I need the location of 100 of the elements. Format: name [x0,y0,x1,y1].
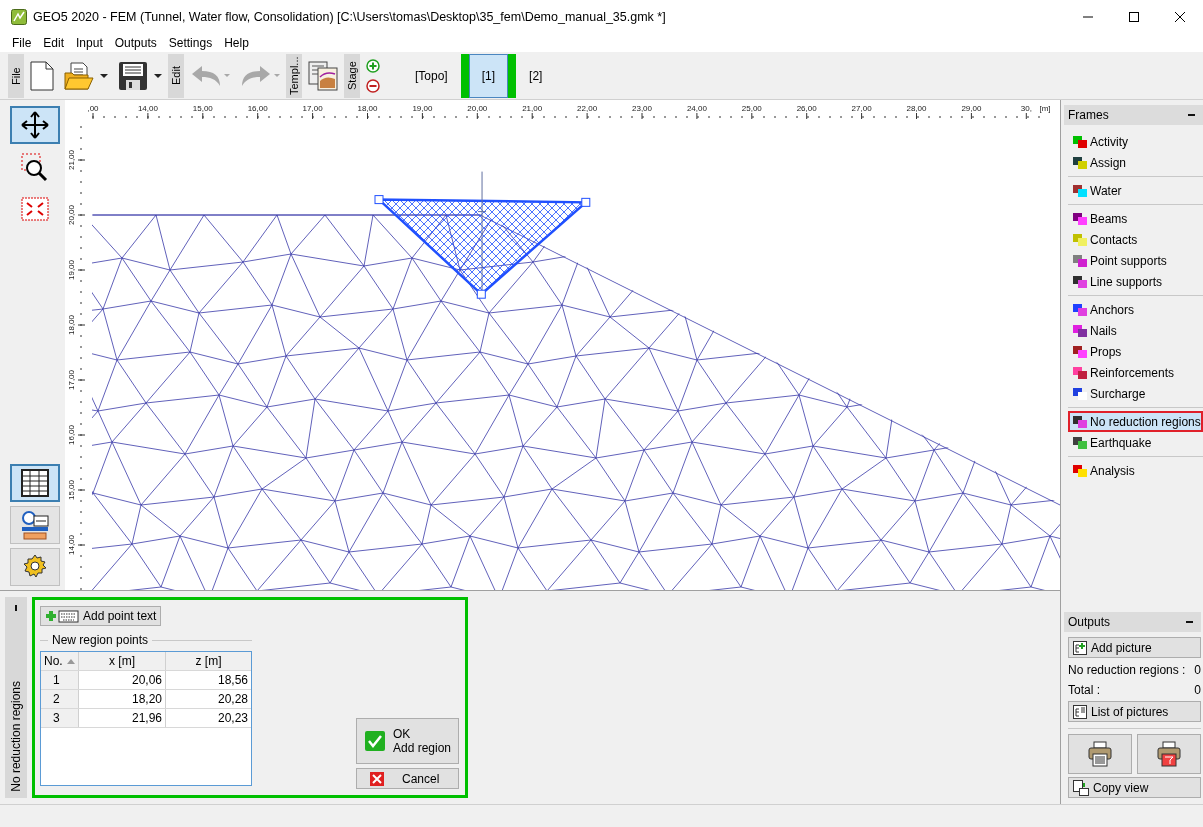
frame-item[interactable]: Earthquake [1068,432,1203,453]
ruler-label: 21,00 [522,104,543,113]
labels-button[interactable] [10,506,60,544]
column-header[interactable]: No. [41,652,79,670]
ruler-label: 16,00 [67,425,76,445]
table-cell-text: 20,28 [216,691,249,708]
label-icon [20,510,50,540]
frame-icon [1073,184,1087,197]
print-button[interactable] [1068,734,1132,774]
frame-icon [1073,387,1087,400]
fit-extent-icon [20,194,50,224]
frame-item[interactable]: Water [1068,180,1203,201]
add-point-text-button[interactable]: Add point text [40,606,162,626]
cancel-button[interactable]: Cancel [356,768,459,789]
move-tool[interactable] [10,106,60,144]
frame-icon [1073,275,1087,288]
copy-view-button[interactable]: Copy view [1068,777,1201,798]
panel-title: Frames [1068,108,1109,122]
menu-item[interactable]: Help [218,36,255,50]
frame-icon [1073,366,1087,379]
stage-tab[interactable]: [2] [516,53,556,98]
menu-item[interactable]: Settings [162,36,219,50]
panel-title: Outputs [1068,615,1111,629]
zoom-icon [20,152,50,182]
maximize-icon [1129,12,1139,22]
ruler-label: 15,00 [67,480,76,500]
menu-item[interactable]: Input [70,36,109,50]
table-cell-text: 20,23 [216,710,249,727]
frame-item[interactable]: Nails [1068,320,1203,341]
frame-item[interactable]: Line supports [1068,271,1203,292]
ruler-label: 17,00 [67,370,76,390]
document-plus-icon [1073,640,1087,655]
frame-item[interactable]: Contacts [1068,229,1203,250]
ok-add-region-button[interactable]: OK Add region [356,718,459,764]
frame-icon [1073,254,1087,267]
caret-icon[interactable] [100,73,108,78]
toolbar-group-label: Stage [344,53,360,98]
ruler-label: ,00 [87,104,99,113]
frame-item[interactable]: Assign [1068,152,1203,173]
table-icon [20,468,50,498]
frame-icon [1073,345,1087,358]
frame-icon [1073,212,1087,225]
group-label: New region points [52,633,149,647]
frame-item[interactable]: Reinforcements [1068,362,1203,383]
keyboard-plus-icon [45,609,79,623]
document-list-icon [1073,704,1087,719]
region-drawing[interactable] [374,171,591,299]
ruler-label: 14,00 [67,535,76,555]
table-view-button[interactable] [10,464,60,502]
frame-icon [1073,464,1087,477]
remove-stage-icon[interactable] [366,78,380,93]
stage-tab[interactable]: [Topo] [402,53,461,98]
add-stage-icon[interactable] [366,58,380,73]
frame-icon [1073,135,1087,148]
ruler-label: 15,00 [192,104,213,113]
ruler-label: 22,00 [577,104,598,113]
printer-icon [1157,741,1181,767]
count-value: 0 [1194,662,1201,677]
print-pdf-button[interactable] [1137,734,1201,774]
checkmark-icon [365,731,385,751]
move-icon [20,110,50,140]
frame-item[interactable]: Analysis [1068,460,1203,481]
ruler-label: 20,00 [467,104,488,113]
ruler-label: 27,00 [851,104,872,113]
frame-icon [1073,436,1087,449]
ruler-label: 26,00 [796,104,817,113]
frame-icon [1073,233,1087,246]
frame-icon [1073,303,1087,316]
count-label: No reduction regions : [1068,662,1186,677]
frame-item[interactable]: Point supports [1068,250,1203,271]
toolbar-group-label: Edit [168,53,184,98]
table-cell: 3 [41,709,79,727]
panel-title: No reduction regions [9,681,23,792]
stage-tab[interactable]: [1] [468,53,509,98]
caret-icon[interactable] [154,73,162,78]
add-picture-button[interactable]: Add picture [1068,637,1201,658]
copy-icon [1073,779,1089,796]
frame-item[interactable]: No reduction regions [1068,411,1203,432]
frame-item[interactable]: Props [1068,341,1203,362]
column-header[interactable]: z [m] [166,652,251,670]
table-cell-text: 18,56 [216,672,249,689]
column-header[interactable]: x [m] [79,652,166,670]
ruler-label: 21,00 [67,150,76,170]
ruler-label: 16,00 [247,104,268,113]
settings-button[interactable] [10,548,60,586]
table-cell: 1 [41,671,79,689]
toolbar-group-label: File [8,53,24,98]
frame-item[interactable]: Activity [1068,131,1203,152]
menu-item[interactable]: Edit [37,36,71,50]
list-of-pictures-button[interactable]: List of pictures [1068,701,1201,722]
ruler-label: 18,00 [357,104,378,113]
frame-item[interactable]: Surcharge [1068,383,1203,404]
frame-icon [1073,156,1087,169]
menu-item[interactable]: Outputs [108,36,163,50]
ruler-label: 28,00 [906,104,927,113]
menu-item[interactable]: File [6,36,38,50]
toolbar-group-label: Templ... [286,53,302,98]
frame-item[interactable]: Anchors [1068,299,1203,320]
frame-item[interactable]: Beams [1068,208,1203,229]
ruler-label: 25,00 [741,104,762,113]
